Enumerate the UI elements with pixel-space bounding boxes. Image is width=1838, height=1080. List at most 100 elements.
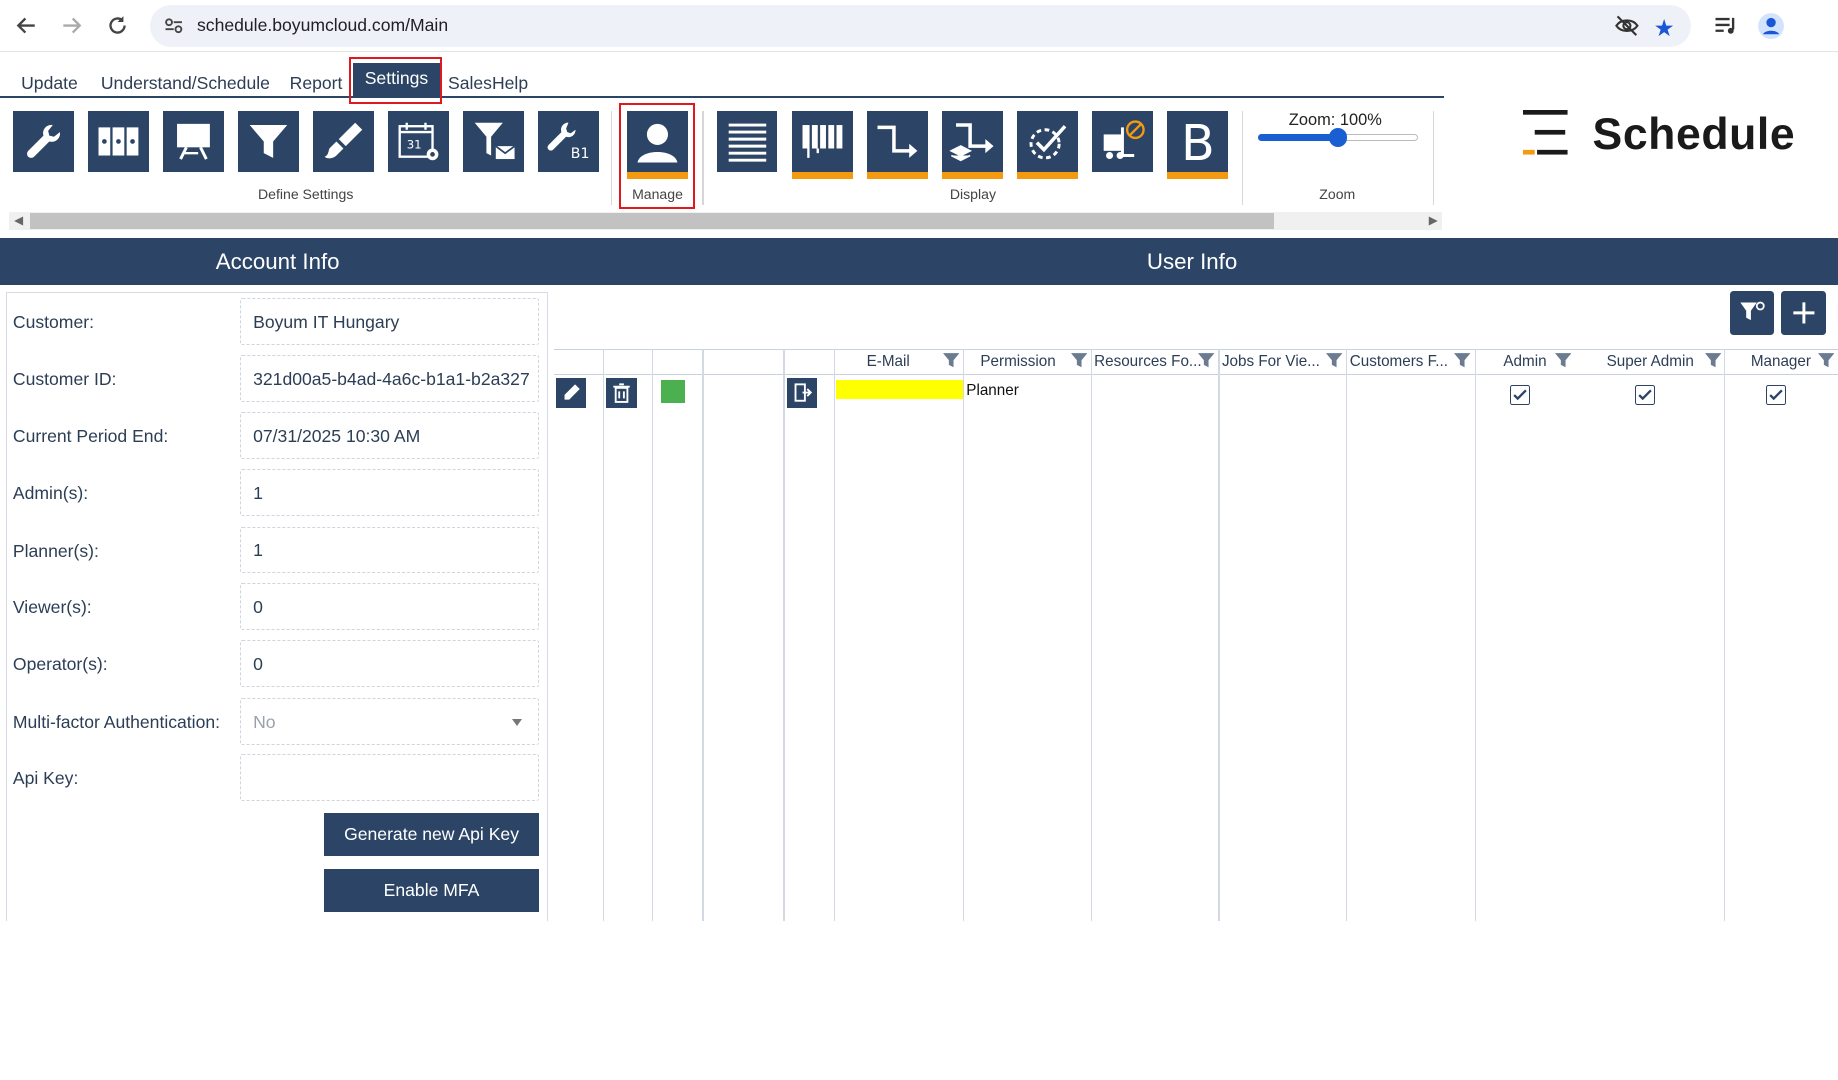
door-exit-icon xyxy=(794,383,812,402)
viewers-field[interactable]: 0 xyxy=(240,582,540,630)
tab-understand-schedule[interactable]: Understand/Schedule xyxy=(101,73,270,94)
wrench-b1-icon: B1 xyxy=(547,123,590,162)
edit-row-button[interactable] xyxy=(555,377,587,409)
column-header-permission[interactable]: Permission xyxy=(980,353,1055,370)
svg-text:B: B xyxy=(1181,118,1215,165)
column-divider xyxy=(1218,349,1220,921)
layers-arrow-icon xyxy=(949,123,994,162)
profile-avatar-icon[interactable] xyxy=(1757,12,1785,40)
admin-checkbox[interactable] xyxy=(1510,384,1531,405)
filter-icon[interactable] xyxy=(942,352,960,368)
forklift-view-button[interactable] xyxy=(1091,111,1153,173)
tab-saleshelp[interactable]: SalesHelp xyxy=(448,73,528,94)
operators-field[interactable]: 0 xyxy=(240,640,540,688)
column-divider xyxy=(702,349,704,921)
column-header-super-admin[interactable]: Super Admin xyxy=(1607,353,1694,370)
shelf-view-button[interactable] xyxy=(791,111,853,180)
filter-icon[interactable] xyxy=(1198,352,1215,368)
calendar-settings-button[interactable]: 31 xyxy=(388,111,450,173)
browser-toolbar: schedule.boyumcloud.com/Main ★ xyxy=(0,0,1838,52)
mfa-select[interactable]: No xyxy=(240,697,540,745)
column-header-email[interactable]: E-Mail xyxy=(867,353,910,370)
generate-api-key-button[interactable]: Generate new Api Key xyxy=(323,812,540,857)
group-divider xyxy=(702,111,704,206)
settings-tab-highlight xyxy=(349,57,443,105)
clear-filter-button[interactable] xyxy=(1729,290,1775,336)
super-admin-checkbox[interactable] xyxy=(1634,384,1655,405)
delete-row-button[interactable] xyxy=(606,377,637,409)
planners-field[interactable]: 1 xyxy=(240,526,540,574)
zoom-slider-thumb[interactable] xyxy=(1328,127,1348,147)
scrollbar-thumb[interactable] xyxy=(30,213,1274,229)
tab-report[interactable]: Report xyxy=(290,73,343,94)
column-header-resources[interactable]: Resources Fo... xyxy=(1094,353,1202,370)
scroll-left-icon[interactable]: ◀ xyxy=(14,212,23,230)
user-grid: E-Mail Permission Resources Fo... Jobs F… xyxy=(553,349,1838,921)
filter-icon[interactable] xyxy=(1454,352,1471,368)
user-color-swatch[interactable] xyxy=(661,379,685,404)
resources-settings-button[interactable] xyxy=(87,111,149,173)
paintbrush-icon xyxy=(324,123,363,159)
define-settings-label: Define Settings xyxy=(257,186,354,203)
logout-user-button[interactable] xyxy=(786,377,818,409)
eye-off-icon[interactable] xyxy=(1614,14,1640,37)
customer-id-field[interactable]: 321d00a5-b4ad-4a6c-b1a1-b2a327 xyxy=(240,355,540,403)
column-header-manager[interactable]: Manager xyxy=(1751,353,1811,370)
b1-settings-button[interactable]: B1 xyxy=(538,111,600,173)
list-view-button[interactable] xyxy=(716,111,778,173)
binders-icon xyxy=(98,127,139,156)
column-divider xyxy=(602,349,604,921)
bold-view-button[interactable]: B xyxy=(1166,111,1228,180)
forklift-blocked-icon xyxy=(1103,120,1145,160)
filter-settings-button[interactable] xyxy=(238,111,300,173)
column-header-jobs[interactable]: Jobs For Vie... xyxy=(1222,353,1320,370)
general-settings-button[interactable] xyxy=(12,111,74,173)
column-header-customers[interactable]: Customers F... xyxy=(1350,353,1448,370)
site-info-icon[interactable] xyxy=(162,14,185,37)
brand-name: Schedule xyxy=(1592,110,1796,160)
color-settings-button[interactable] xyxy=(313,111,375,173)
column-divider xyxy=(1475,349,1477,921)
notification-settings-button[interactable] xyxy=(463,111,525,173)
scroll-right-icon[interactable]: ▶ xyxy=(1429,212,1438,230)
trash-icon xyxy=(613,383,630,404)
planners-label: Planner(s): xyxy=(12,540,99,561)
column-divider xyxy=(783,349,785,921)
media-controls-icon[interactable] xyxy=(1712,12,1740,40)
bookmark-star-icon[interactable]: ★ xyxy=(1654,14,1675,42)
enable-mfa-button[interactable]: Enable MFA xyxy=(323,868,540,913)
admins-field[interactable]: 1 xyxy=(240,469,540,516)
ribbon-horizontal-scrollbar[interactable]: ◀ ▶ xyxy=(9,212,1443,230)
dependency-view-button[interactable] xyxy=(866,111,928,180)
presentation-settings-button[interactable] xyxy=(163,111,224,173)
shelves-icon xyxy=(802,125,842,159)
period-end-field[interactable]: 07/31/2025 10:30 AM xyxy=(240,411,540,459)
column-header-admin[interactable]: Admin xyxy=(1503,353,1546,370)
filter-clear-icon xyxy=(1740,301,1765,321)
completion-view-button[interactable] xyxy=(1016,111,1078,180)
reload-icon[interactable] xyxy=(101,9,134,42)
address-bar[interactable]: schedule.boyumcloud.com/Main ★ xyxy=(150,4,1692,47)
filter-icon[interactable] xyxy=(1554,352,1572,368)
forward-icon[interactable] xyxy=(55,9,88,42)
filter-icon[interactable] xyxy=(1705,352,1722,368)
column-divider xyxy=(962,349,964,921)
calendar-gear-icon: 31 xyxy=(398,123,439,161)
customer-field[interactable]: Boyum IT Hungary xyxy=(240,297,540,345)
add-user-button[interactable] xyxy=(1781,290,1826,336)
layered-dependency-button[interactable] xyxy=(941,111,1003,180)
filter-icon[interactable] xyxy=(1326,352,1343,368)
group-divider xyxy=(1433,111,1435,206)
back-icon[interactable] xyxy=(11,9,44,42)
permission-cell[interactable]: Planner xyxy=(966,382,1019,399)
filter-icon[interactable] xyxy=(1070,352,1088,368)
tab-update[interactable]: Update xyxy=(21,73,78,94)
filter-icon[interactable] xyxy=(1817,352,1835,368)
api-key-field[interactable] xyxy=(240,754,540,801)
pencil-icon xyxy=(564,384,580,400)
email-cell[interactable] xyxy=(836,379,963,399)
funnel-icon xyxy=(249,125,288,159)
checkmark-icon xyxy=(1637,389,1652,400)
dashed-check-circle-icon xyxy=(1029,125,1067,160)
manager-checkbox[interactable] xyxy=(1766,384,1786,405)
